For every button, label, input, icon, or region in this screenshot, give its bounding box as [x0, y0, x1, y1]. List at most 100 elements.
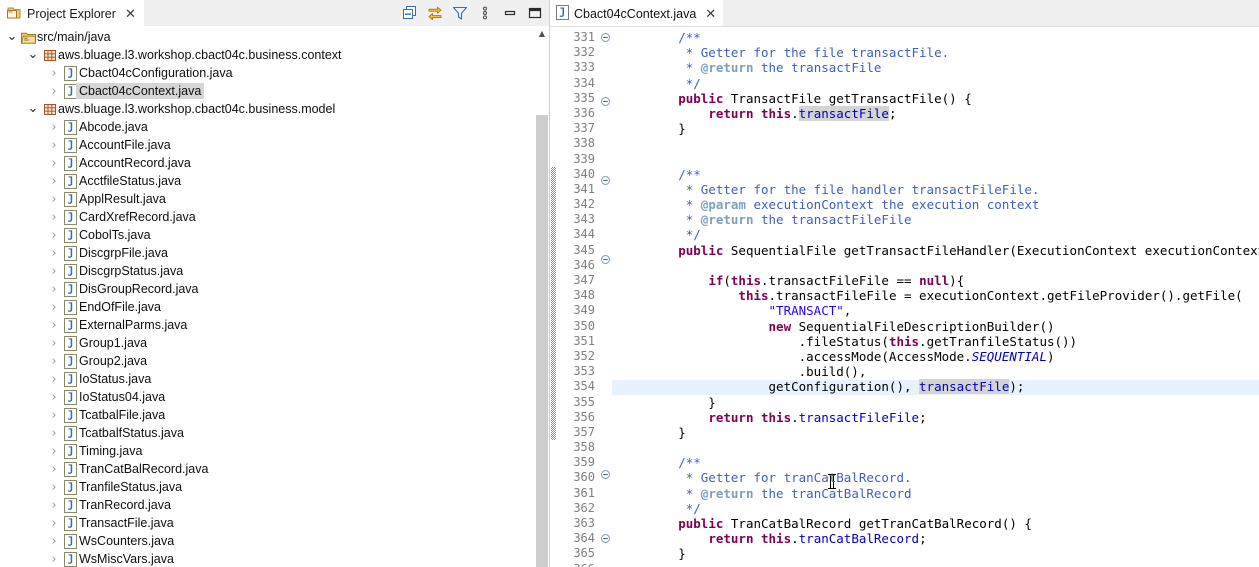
chevron-right-icon[interactable]: ›: [46, 121, 62, 134]
tree-item[interactable]: ›Cbact04cContext.java: [0, 82, 535, 100]
code-line[interactable]: return this.transactFileFile;: [612, 410, 1259, 425]
code-line[interactable]: return this.transactFile;: [612, 106, 1259, 121]
tree-item[interactable]: ›WsMiscVars.java: [0, 550, 535, 567]
tree-item[interactable]: ›ExternalParms.java: [0, 316, 535, 334]
fold-collapse-icon[interactable]: [598, 470, 612, 485]
chevron-right-icon[interactable]: ›: [46, 499, 62, 512]
tree-item[interactable]: ›AcctfileStatus.java: [0, 172, 535, 190]
code-line[interactable]: .fileStatus(this.getTranfileStatus()): [612, 334, 1259, 349]
chevron-right-icon[interactable]: ›: [46, 265, 62, 278]
chevron-right-icon[interactable]: ›: [46, 229, 62, 242]
code-line[interactable]: this.transactFileFile = executionContext…: [612, 288, 1259, 303]
tree-item[interactable]: ›TranRecord.java: [0, 496, 535, 514]
code-line[interactable]: }: [612, 546, 1259, 561]
code-line[interactable]: */: [612, 76, 1259, 91]
code-line[interactable]: public TranCatBalRecord getTranCatBalRec…: [612, 516, 1259, 531]
tree-item[interactable]: ›TransactFile.java: [0, 514, 535, 532]
code-line[interactable]: * Getter for the file transactFile.: [612, 45, 1259, 60]
filter-icon[interactable]: [452, 5, 468, 21]
close-icon[interactable]: ✕: [705, 8, 716, 21]
tree-item[interactable]: ›DiscgrpFile.java: [0, 244, 535, 262]
tree-item[interactable]: ›Group2.java: [0, 352, 535, 370]
tree-item[interactable]: ⌄src/main/java: [0, 28, 535, 46]
chevron-right-icon[interactable]: ›: [46, 247, 62, 260]
fold-collapse-icon[interactable]: [598, 33, 612, 48]
code-line[interactable]: return this.tranCatBalRecord;: [612, 531, 1259, 546]
code-line[interactable]: [612, 440, 1259, 455]
tree-item[interactable]: ›Abcode.java: [0, 118, 535, 136]
chevron-right-icon[interactable]: ›: [46, 517, 62, 530]
code-line[interactable]: * @return the transactFileFile: [612, 212, 1259, 227]
code-line[interactable]: new SequentialFileDescriptionBuilder(): [612, 319, 1259, 334]
code-line[interactable]: "TRANSACT",: [612, 303, 1259, 318]
tab-project-explorer[interactable]: Project Explorer ✕: [0, 0, 144, 26]
tree-item[interactable]: ›DisGroupRecord.java: [0, 280, 535, 298]
code-line[interactable]: [612, 136, 1259, 151]
code-line[interactable]: .accessMode(AccessMode.SEQUENTIAL): [612, 349, 1259, 364]
code-line[interactable]: * @param executionContext the execution …: [612, 197, 1259, 212]
code-line[interactable]: }: [612, 425, 1259, 440]
chevron-right-icon[interactable]: ›: [46, 319, 62, 332]
tree-item[interactable]: ⌄aws.bluage.l3.workshop.cbact04c.busines…: [0, 100, 535, 118]
tree-item[interactable]: ›TcatbalfStatus.java: [0, 424, 535, 442]
fold-collapse-icon[interactable]: [598, 534, 612, 549]
code-line[interactable]: * Getter for the file handler transactFi…: [612, 182, 1259, 197]
link-with-editor-icon[interactable]: [427, 5, 443, 21]
code-viewport[interactable]: 3313323333343353363373383393403413423433…: [550, 27, 1259, 567]
chevron-right-icon[interactable]: ›: [46, 211, 62, 224]
chevron-right-icon[interactable]: ›: [46, 139, 62, 152]
chevron-down-icon[interactable]: ⌄: [4, 33, 20, 41]
chevron-right-icon[interactable]: ›: [46, 193, 62, 206]
tree-item[interactable]: ›DiscgrpStatus.java: [0, 262, 535, 280]
view-menu-icon[interactable]: [477, 5, 493, 21]
folding-ruler[interactable]: [598, 27, 612, 567]
close-icon[interactable]: ✕: [125, 8, 136, 21]
chevron-right-icon[interactable]: ›: [46, 67, 62, 80]
tree-item[interactable]: ⌄aws.bluage.l3.workshop.cbact04c.busines…: [0, 46, 535, 64]
tree-item[interactable]: ›CardXrefRecord.java: [0, 208, 535, 226]
maximize-icon[interactable]: [527, 5, 543, 21]
code-line[interactable]: .build(),: [612, 364, 1259, 379]
code-line[interactable]: * Getter for tranCatBalRecord.: [612, 470, 1259, 485]
chevron-down-icon[interactable]: ⌄: [25, 51, 41, 59]
code-line[interactable]: /**: [612, 30, 1259, 45]
chevron-right-icon[interactable]: ›: [46, 427, 62, 440]
chevron-right-icon[interactable]: ›: [46, 157, 62, 170]
code-line[interactable]: */: [612, 227, 1259, 242]
code-line[interactable]: [612, 562, 1259, 567]
code-line[interactable]: }: [612, 395, 1259, 410]
code-line[interactable]: */: [612, 501, 1259, 516]
tree-item[interactable]: ›TranCatBalRecord.java: [0, 460, 535, 478]
chevron-right-icon[interactable]: ›: [46, 463, 62, 476]
tree-item[interactable]: ›EndOfFile.java: [0, 298, 535, 316]
code-line[interactable]: [612, 258, 1259, 273]
chevron-down-icon[interactable]: ⌄: [25, 105, 41, 113]
collapse-all-icon[interactable]: [402, 5, 418, 21]
chevron-right-icon[interactable]: ›: [46, 283, 62, 296]
tree-item[interactable]: ›TranfileStatus.java: [0, 478, 535, 496]
chevron-right-icon[interactable]: ›: [46, 481, 62, 494]
tab-cbact04ccontext-java[interactable]: Cbact04cContext.java ✕: [550, 0, 723, 26]
scroll-up-arrow-icon[interactable]: ▲: [535, 26, 549, 41]
tree-item[interactable]: ›CobolTs.java: [0, 226, 535, 244]
tree-item[interactable]: ›ApplResult.java: [0, 190, 535, 208]
project-tree-scrollbar[interactable]: ▲: [534, 26, 549, 567]
chevron-right-icon[interactable]: ›: [46, 85, 62, 98]
code-line[interactable]: * @return the transactFile: [612, 60, 1259, 75]
source-code[interactable]: /** * Getter for the file transactFile. …: [612, 27, 1259, 567]
scrollbar-track[interactable]: [535, 41, 549, 567]
chevron-right-icon[interactable]: ›: [46, 373, 62, 386]
chevron-right-icon[interactable]: ›: [46, 355, 62, 368]
fold-collapse-icon[interactable]: [598, 97, 612, 112]
chevron-right-icon[interactable]: ›: [46, 391, 62, 404]
fold-collapse-icon[interactable]: [598, 255, 612, 270]
tree-item[interactable]: ›AccountFile.java: [0, 136, 535, 154]
code-line[interactable]: }: [612, 121, 1259, 136]
code-line[interactable]: if(this.transactFileFile == null){: [612, 273, 1259, 288]
tree-item[interactable]: ›TcatbalFile.java: [0, 406, 535, 424]
project-tree[interactable]: ⌄src/main/java⌄aws.bluage.l3.workshop.cb…: [0, 26, 535, 567]
scrollbar-thumb[interactable]: [536, 115, 548, 567]
chevron-right-icon[interactable]: ›: [46, 175, 62, 188]
chevron-right-icon[interactable]: ›: [46, 445, 62, 458]
tree-item[interactable]: ›IoStatus04.java: [0, 388, 535, 406]
